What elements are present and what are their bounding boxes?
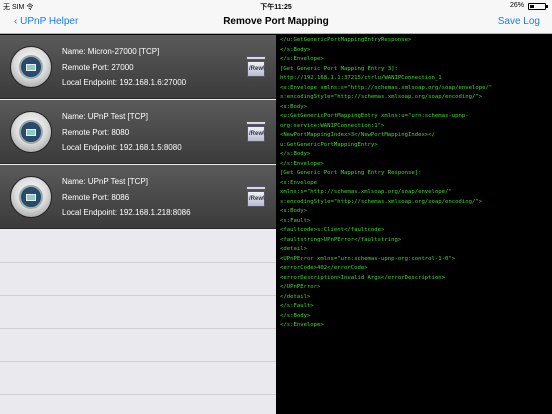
log-line: </s:Body>	[280, 312, 311, 319]
mapping-name: Name: UPnP Test [TCP]	[62, 177, 148, 186]
log-line: org:service:WANIPConnection:1">	[280, 122, 385, 129]
network-port-icon	[10, 111, 52, 153]
log-line: <NewPortMappingIndex>3</NewPortMappingIn…	[280, 132, 435, 138]
port-mapping-list: Name: Micron-27000 [TCP] Remote Port: 27…	[0, 35, 276, 414]
log-line: xmlns:s="http://schemas.xmlsoap.org/soap…	[280, 189, 452, 195]
mapping-remote-port: Remote Port: 8086	[62, 192, 130, 202]
mapping-local-endpoint: Local Endpoint: 192.168.1.218:8086	[62, 208, 191, 217]
log-line: </s:Body>	[280, 151, 311, 157]
navigation-bar: ‹ UPnP Helper Remove Port Mapping Save L…	[0, 12, 552, 34]
log-line: </detail>	[280, 293, 311, 300]
log-line: u:GetGenericPortMappingEntry>	[280, 141, 378, 148]
log-line: </UPnPError>	[280, 284, 321, 290]
mapping-local-endpoint: Local Endpoint: 192.168.1.5:8080	[62, 143, 182, 152]
log-line: s:encodingStyle="http://schemas.xmlsoap.…	[280, 94, 483, 100]
battery-tip	[546, 5, 548, 8]
mapping-name: Name: Micron-27000 [TCP]	[62, 47, 160, 56]
log-line: <detail>	[280, 246, 307, 252]
log-line: <s:Envelope xmlns:s="http://schemas.xmls…	[280, 84, 493, 91]
network-port-icon	[10, 46, 52, 88]
log-line: <faultcode>s:Client</faultcode>	[280, 227, 385, 233]
log-line: http://192.168.1.1:37215/ctrlu/WANIPConn…	[280, 75, 442, 81]
log-line: </s:Fault>	[280, 303, 314, 309]
mapping-name: Name: UPnP Test [TCP]	[62, 112, 148, 121]
log-line: <u:GetGenericPortMappingEntry xmlns:u="u…	[280, 113, 469, 119]
battery-percent: 26%	[509, 2, 524, 9]
log-line: </s:Envelope>	[280, 56, 324, 62]
clock: 下午11:25	[260, 4, 292, 11]
mapping-remote-port: Remote Port: 27000	[62, 62, 134, 72]
port-mapping-row[interactable]: Name: UPnP Test [TCP] Remote Port: 8080 …	[0, 100, 276, 164]
log-line: </u:GetGenericPortMappingEntryResponse>	[280, 37, 412, 43]
log-line: [Get Generic Port Mapping Entry Response…	[280, 170, 422, 176]
log-line: <s:Envelope	[280, 179, 318, 186]
log-line: <UPnPError xmlns="urn:schemas-upnp-org:c…	[280, 255, 456, 262]
save-log-button[interactable]: Save Log	[498, 16, 540, 27]
log-line: </s:Envelope>	[280, 160, 324, 167]
network-port-icon	[10, 176, 52, 218]
trash-icon[interactable]: /Rew\	[246, 186, 266, 208]
log-line: <s:Body>	[280, 208, 307, 214]
log-line: s:encodingStyle="http://schemas.xmlsoap.…	[280, 198, 483, 205]
page-title: Remove Port Mapping	[223, 16, 329, 27]
battery-icon	[528, 3, 546, 10]
log-line: <errorCode>402</errorCode>	[280, 265, 368, 271]
log-line: <errorDescription>Invalid Args</errorDes…	[280, 274, 446, 281]
port-mapping-row[interactable]: Name: UPnP Test [TCP] Remote Port: 8086 …	[0, 165, 276, 229]
log-line: </s:Body>	[280, 46, 311, 53]
log-line: [Get Generic Port Mapping Entry 3]:	[280, 65, 398, 72]
log-line: <s:Body>	[280, 103, 307, 110]
mapping-local-endpoint: Local Endpoint: 192.168.1.6:27000	[62, 78, 187, 87]
log-line: <faultstring>UPnPError</faultstring>	[280, 236, 402, 243]
empty-list-area	[0, 230, 276, 414]
mapping-remote-port: Remote Port: 8080	[62, 127, 130, 137]
status-bar: 无 SIM 令 下午11:25 26%	[0, 0, 552, 12]
log-view[interactable]: </u:GetGenericPortMappingEntryResponse> …	[276, 35, 552, 414]
port-mapping-row[interactable]: Name: Micron-27000 [TCP] Remote Port: 27…	[0, 35, 276, 99]
log-line: </s:Envelope>	[280, 322, 324, 328]
trash-icon[interactable]: /Rew\	[246, 121, 266, 143]
log-line: <s:Fault>	[280, 217, 311, 224]
trash-icon[interactable]: /Rew\	[246, 56, 266, 78]
